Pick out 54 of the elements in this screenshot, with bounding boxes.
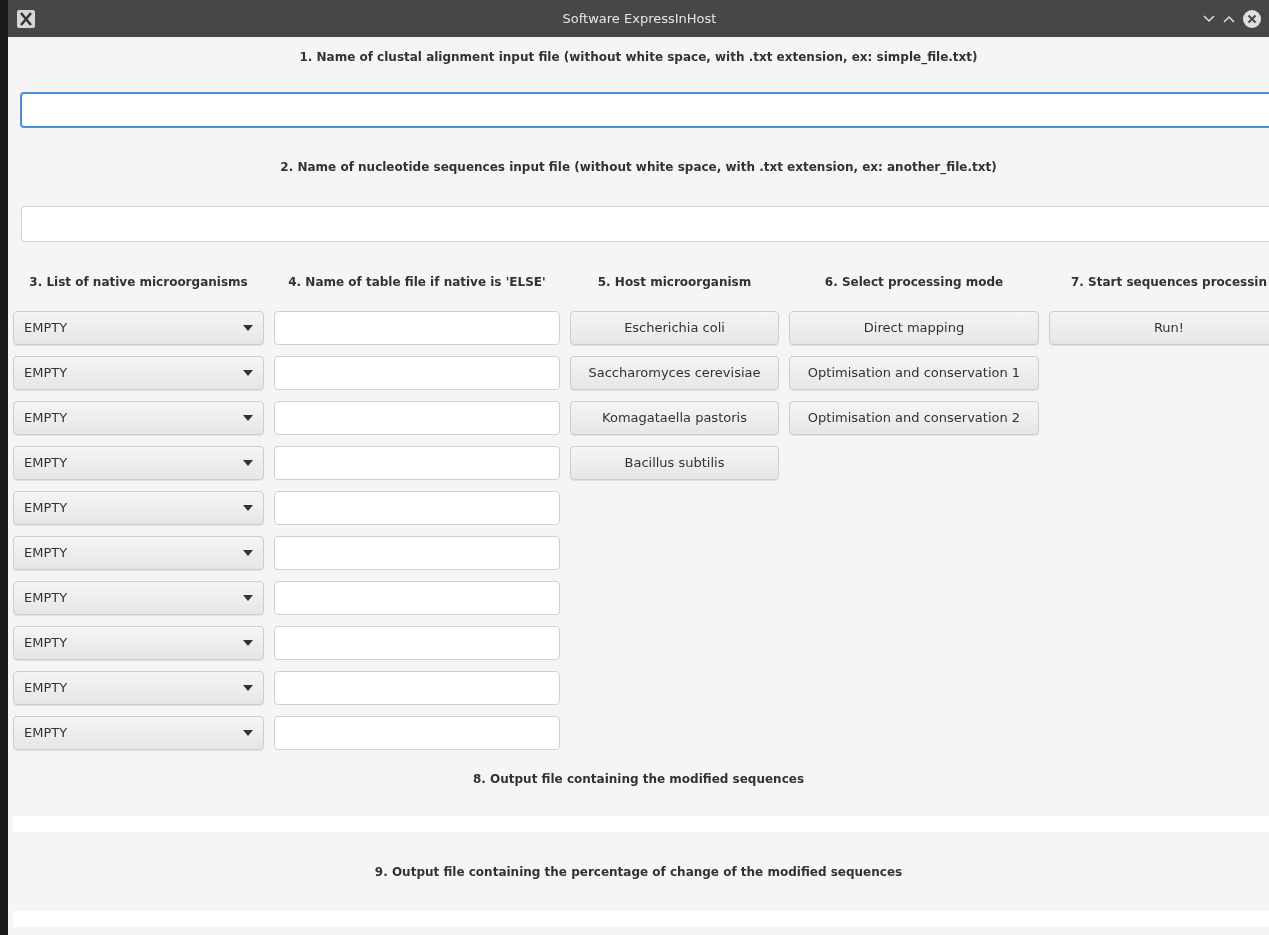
window-title: Software ExpressInHost: [562, 9, 717, 28]
native-dropdown[interactable]: EMPTY: [13, 536, 264, 570]
table-file-field[interactable]: [274, 491, 560, 525]
minimize-icon[interactable]: [1203, 14, 1215, 23]
caret-icon: [243, 550, 253, 556]
text-field[interactable]: [20, 92, 1269, 128]
native-dropdown[interactable]: EMPTY: [13, 581, 264, 615]
caret-icon: [243, 595, 253, 601]
native-dropdown[interactable]: EMPTY: [13, 356, 264, 390]
table-file-field[interactable]: [274, 401, 560, 435]
app-icon: [16, 8, 36, 29]
column-header: 7. Start sequences processin: [1071, 274, 1267, 291]
native-dropdown[interactable]: EMPTY: [13, 716, 264, 750]
native-dropdown[interactable]: EMPTY: [13, 401, 264, 435]
caret-icon: [243, 640, 253, 646]
native-dropdown[interactable]: EMPTY: [13, 671, 264, 705]
table-file-field[interactable]: [274, 446, 560, 480]
maximize-icon[interactable]: [1223, 14, 1235, 23]
caret-icon: [243, 685, 253, 691]
column-header: 4. Name of table file if native is 'ELSE': [288, 274, 546, 291]
caret-icon: [243, 415, 253, 421]
mode-button[interactable]: Optimisation and conservation 1: [789, 356, 1039, 390]
field-label: 1. Name of clustal alignment input file (without white space, with .txt extension, ex: simple_file.txt): [299, 49, 978, 66]
table-file-field[interactable]: [274, 716, 560, 750]
native-dropdown[interactable]: EMPTY: [13, 446, 264, 480]
host-button[interactable]: Saccharomyces cerevisiae: [570, 356, 779, 390]
caret-icon: [243, 325, 253, 331]
column-header: 6. Select processing mode: [824, 274, 1004, 291]
host-button[interactable]: Escherichia coli: [570, 311, 779, 345]
native-dropdown[interactable]: EMPTY: [13, 626, 264, 660]
table-file-field[interactable]: [274, 626, 560, 660]
close-icon[interactable]: [1243, 9, 1261, 28]
host-button[interactable]: Bacillus subtilis: [570, 446, 779, 480]
table-file-field[interactable]: [274, 356, 560, 390]
table-file-field[interactable]: [274, 536, 560, 570]
table-file-field[interactable]: [274, 311, 560, 345]
output-label: 9. Output file containing the percentage of change of the modified sequences: [374, 863, 903, 881]
mode-button[interactable]: Direct mapping: [789, 311, 1039, 345]
table-file-field[interactable]: [274, 581, 560, 615]
caret-icon: [243, 370, 253, 376]
mode-button[interactable]: Optimisation and conservation 2: [789, 401, 1039, 435]
column-header: 3. List of native microorganisms: [29, 274, 248, 291]
caret-icon: [243, 730, 253, 736]
caret-icon: [243, 460, 253, 466]
table-file-field[interactable]: [274, 671, 560, 705]
run-button[interactable]: Run!: [1049, 311, 1269, 345]
native-dropdown[interactable]: EMPTY: [13, 311, 264, 345]
host-button[interactable]: Komagataella pastoris: [570, 401, 779, 435]
output-label: 8. Output file containing the modified sequences: [472, 771, 805, 788]
caret-icon: [243, 505, 253, 511]
field-label: 2. Name of nucleotide sequences input file (without white space, with .txt extension, ex: another_file.txt): [280, 159, 997, 176]
column-header: 5. Host microorganism: [597, 274, 752, 291]
text-field[interactable]: [21, 206, 1269, 242]
native-dropdown[interactable]: EMPTY: [13, 491, 264, 525]
